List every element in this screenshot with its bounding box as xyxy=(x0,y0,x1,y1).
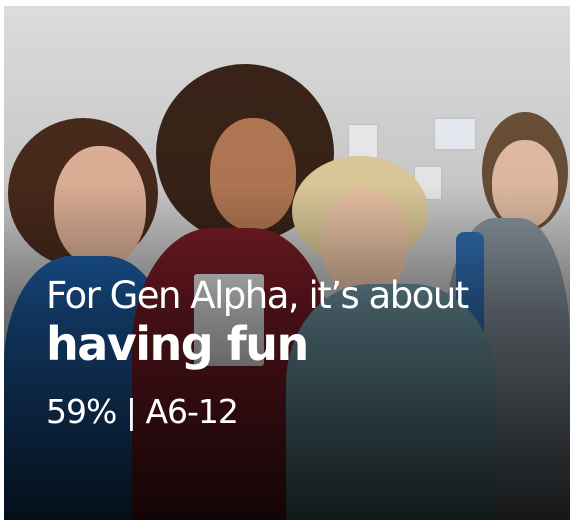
headline-line-1: For Gen Alpha, it’s about xyxy=(46,274,469,317)
promo-frame: For Gen Alpha, it’s about having fun 59%… xyxy=(0,0,574,526)
stat-label: 59% | A6-12 xyxy=(46,392,239,431)
promo-card: For Gen Alpha, it’s about having fun 59%… xyxy=(4,6,570,520)
dark-gradient-overlay xyxy=(4,6,570,520)
headline-block: For Gen Alpha, it’s about having fun 59%… xyxy=(46,274,469,432)
headline-line-2: having fun xyxy=(46,317,309,371)
